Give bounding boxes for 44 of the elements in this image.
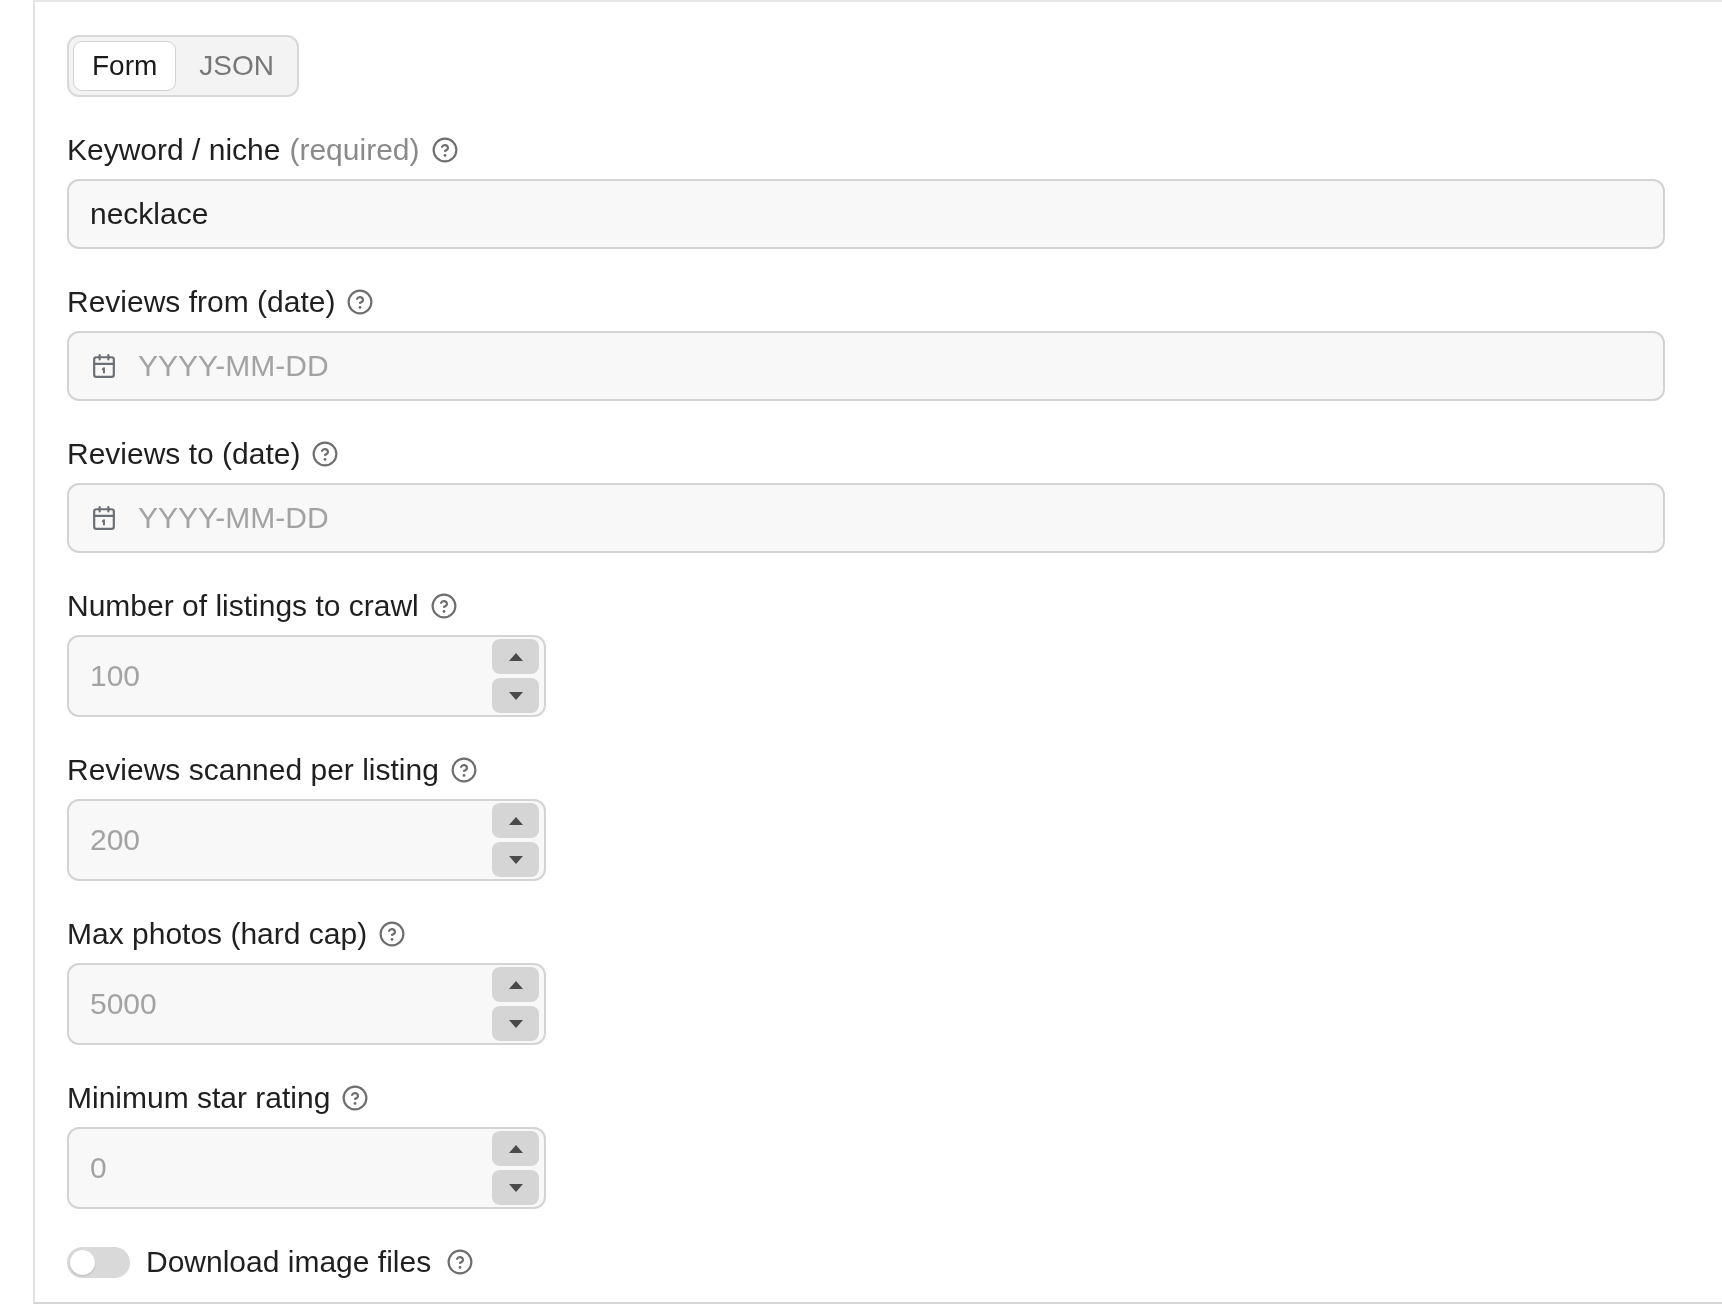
number-field[interactable]: 5000 — [67, 963, 546, 1045]
help-icon[interactable] — [379, 921, 406, 947]
toggle-label: Download image files — [146, 1246, 432, 1278]
field-label: Reviews from (date) — [67, 286, 336, 318]
calendar-icon — [92, 506, 116, 530]
help-icon[interactable] — [450, 757, 477, 783]
field-label: Number of listings to crawl — [67, 590, 419, 622]
caret-down-icon — [508, 1183, 523, 1192]
mode-tab[interactable]: Form — [73, 41, 177, 91]
number-field[interactable]: 200 — [67, 799, 546, 881]
decrement-button[interactable] — [492, 1006, 539, 1041]
increment-button[interactable] — [492, 803, 539, 838]
increment-button[interactable] — [492, 639, 539, 674]
text-field[interactable]: necklace — [67, 179, 1665, 249]
number-field[interactable]: 0 — [67, 1127, 546, 1209]
help-icon[interactable] — [430, 593, 457, 619]
help-icon[interactable] — [431, 137, 458, 163]
caret-up-icon — [508, 1144, 523, 1153]
calendar-icon — [92, 354, 116, 378]
caret-down-icon — [508, 855, 523, 864]
field-label: Minimum star rating — [67, 1082, 331, 1114]
field-label: Keyword / niche (required) — [67, 134, 420, 166]
field-label: Reviews scanned per listing — [67, 754, 439, 786]
decrement-button[interactable] — [492, 678, 539, 713]
caret-up-icon — [508, 652, 523, 661]
date-field[interactable]: YYYY-MM-DD — [67, 483, 1665, 553]
toggle-switch[interactable] — [67, 1246, 130, 1278]
help-icon[interactable] — [342, 1085, 369, 1111]
number-field[interactable]: 100 — [67, 635, 546, 717]
caret-up-icon — [508, 980, 523, 989]
help-icon[interactable] — [447, 1249, 474, 1275]
increment-button[interactable] — [492, 1131, 539, 1166]
field-label: Max photos (hard cap) — [67, 918, 368, 950]
increment-button[interactable] — [492, 967, 539, 1002]
caret-down-icon — [508, 1019, 523, 1028]
caret-down-icon — [508, 691, 523, 700]
help-icon[interactable] — [347, 289, 374, 315]
caret-up-icon — [508, 816, 523, 825]
decrement-button[interactable] — [492, 1170, 539, 1205]
field-label: Reviews to (date) — [67, 438, 301, 470]
help-icon[interactable] — [312, 441, 339, 467]
decrement-button[interactable] — [492, 842, 539, 877]
date-field[interactable]: YYYY-MM-DD — [67, 331, 1665, 401]
mode-tab[interactable]: JSON — [180, 41, 293, 91]
